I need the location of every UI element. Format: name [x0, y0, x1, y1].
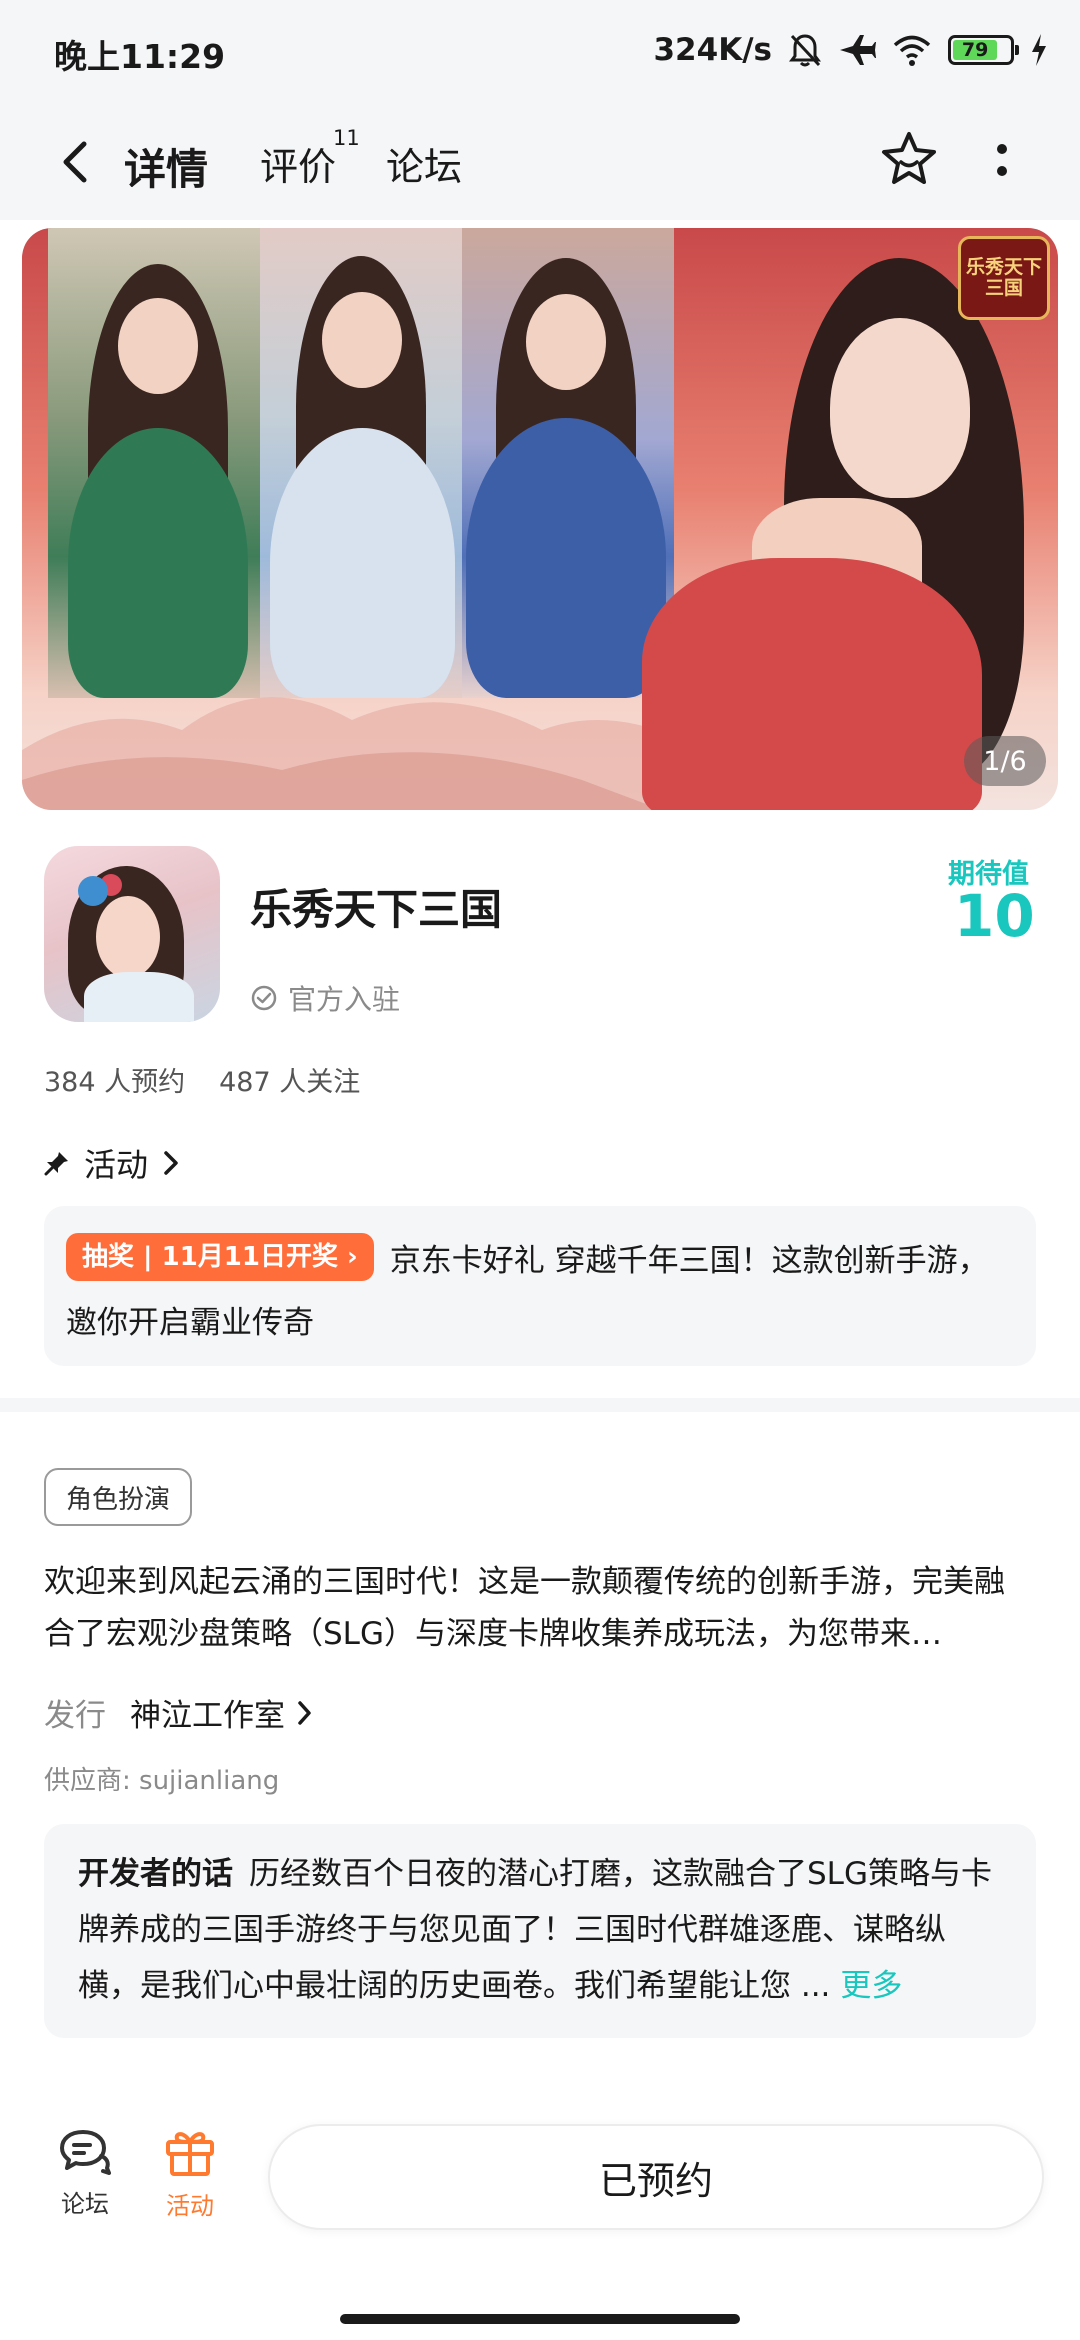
charging-bolt-icon: [1032, 34, 1046, 66]
battery-icon: 79: [948, 35, 1019, 65]
lottery-badge[interactable]: 抽奖 | 11月11日开奖 ›: [66, 1233, 374, 1281]
publisher-row[interactable]: 发行 神泣工作室: [44, 1690, 313, 1735]
gift-icon: [166, 2132, 214, 2176]
official-badge: 官方入驻: [250, 978, 400, 1018]
official-label: 官方入驻: [288, 983, 401, 1016]
check-circle-icon: [251, 985, 277, 1011]
carousel-page-indicator: 1/6: [964, 736, 1046, 786]
activity-shortcut[interactable]: 活动: [145, 2126, 235, 2221]
forum-chat-icon: [60, 2130, 111, 2175]
back-button[interactable]: [50, 136, 100, 188]
bottom-action-bar: 论坛 活动 已预约: [0, 2090, 1080, 2340]
reservation-count: 384 人预约: [44, 1067, 186, 1098]
bell-muted-icon: [789, 34, 821, 67]
activity-label: 活动: [166, 2192, 214, 2220]
back-arrow-icon: [63, 141, 87, 183]
battery-level: 79: [953, 39, 998, 61]
stats-row: 384 人预约 487 人关注: [44, 1060, 360, 1099]
favorite-button[interactable]: [878, 128, 940, 190]
more-vertical-icon-dot: [997, 166, 1007, 176]
status-time: 晚上11:29: [54, 37, 226, 76]
top-nav: 详情 评价 11 论坛: [0, 112, 1080, 212]
publisher-link[interactable]: 神泣工作室: [130, 1690, 313, 1735]
status-bar: 晚上11:29 324K/s 79: [0, 0, 1080, 100]
section-divider: [0, 1398, 1080, 1412]
activity-section-header[interactable]: 活动: [44, 1140, 180, 1186]
character-face: [526, 294, 606, 390]
developer-note-card[interactable]: 开发者的话 历经数百个日夜的潜心打磨，这款融合了SLG策略与卡牌养成的三国手游终于…: [44, 1824, 1036, 2038]
activity-heading: 活动: [84, 1146, 149, 1184]
wifi-icon: [893, 35, 931, 66]
genre-tag[interactable]: 角色扮演: [44, 1468, 193, 1526]
main-character-dress: [642, 558, 982, 810]
airplane-icon: [840, 35, 876, 65]
character-face: [322, 292, 402, 388]
supplier-info: 供应商: sujianliang: [44, 1766, 280, 1796]
app-icon-face: [96, 896, 160, 978]
more-vertical-icon: [997, 144, 1007, 154]
tab-review-label: 评价: [260, 145, 337, 189]
chevron-right-icon: [164, 1151, 178, 1175]
home-indicator[interactable]: [340, 2314, 740, 2324]
more-link[interactable]: 更多: [840, 1968, 902, 2004]
game-title: 乐秀天下三国: [250, 885, 503, 934]
screenshot-carousel[interactable]: 乐秀天下 三国 1/6: [22, 228, 1058, 810]
publisher-label: 发行: [44, 1698, 106, 1734]
publisher-name: 神泣工作室: [130, 1698, 285, 1734]
character-face: [118, 298, 198, 394]
game-logo-badge: 乐秀天下 三国: [958, 236, 1050, 320]
more-options-button[interactable]: [990, 132, 1014, 188]
chevron-right-icon: [298, 1700, 311, 1725]
forum-label: 论坛: [61, 2190, 109, 2218]
review-count-badge: 11: [333, 126, 360, 150]
developer-note-label: 开发者的话: [78, 1856, 233, 1892]
status-icons: 324K/s 79: [653, 28, 1048, 72]
reserved-button[interactable]: 已预约: [268, 2124, 1044, 2230]
app-icon: [44, 846, 220, 1022]
game-description[interactable]: 欢迎来到风起云涌的三国时代！这是一款颠覆传统的创新手游，完美融合了宏观沙盘策略（…: [44, 1556, 1034, 1660]
follower-count: 487 人关注: [219, 1067, 361, 1098]
tab-detail-label: 详情: [124, 145, 209, 194]
expectation-value: 10: [954, 882, 1035, 950]
tab-detail[interactable]: 详情: [124, 136, 209, 201]
tab-review[interactable]: 评价: [260, 136, 336, 191]
star-favorite-icon: [882, 132, 936, 184]
game-logo-text: 乐秀天下 三国: [965, 256, 1042, 299]
pin-icon: [44, 1152, 68, 1176]
app-icon-flower: [78, 876, 108, 906]
app-icon-robe: [84, 972, 194, 1022]
main-character-face: [830, 318, 970, 498]
forum-shortcut[interactable]: 论坛: [40, 2126, 130, 2219]
tab-forum[interactable]: 论坛: [386, 136, 462, 191]
tab-forum-label: 论坛: [386, 145, 463, 189]
network-speed: 324K/s: [653, 32, 772, 68]
activity-content: 抽奖 | 11月11日开奖 › 京东卡好礼 穿越千年三国！这款创新手游，邀你开启霸…: [66, 1230, 1014, 1354]
developer-note: 开发者的话 历经数百个日夜的潜心打磨，这款融合了SLG策略与卡牌养成的三国手游终于…: [78, 1846, 1002, 2014]
activity-card[interactable]: 抽奖 | 11月11日开奖 › 京东卡好礼 穿越千年三国！这款创新手游，邀你开启霸…: [44, 1206, 1036, 1366]
